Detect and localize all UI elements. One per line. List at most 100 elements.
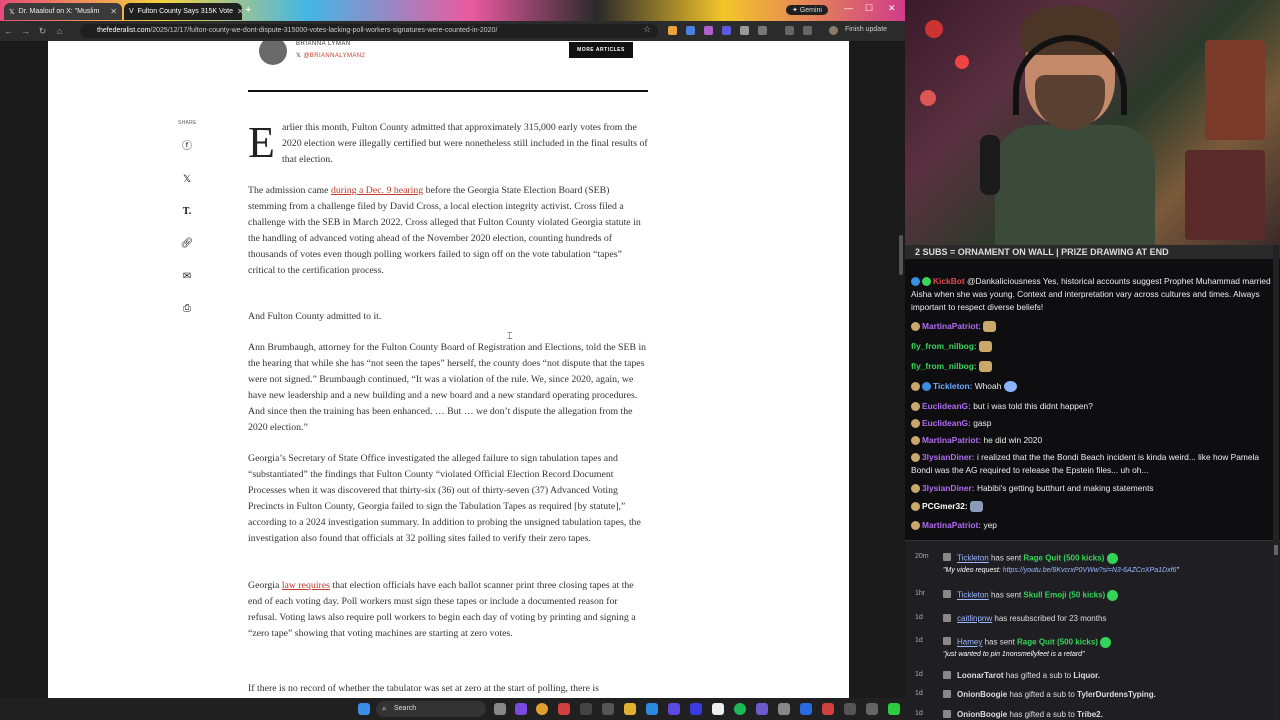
event-user[interactable]: Tickleton — [957, 554, 989, 563]
chat-username[interactable]: KickBot — [933, 276, 965, 286]
app-icon[interactable] — [580, 703, 592, 715]
kick-icon — [1107, 590, 1119, 601]
new-tab-button[interactable]: + — [245, 4, 251, 16]
sparkle-icon: ✦ — [792, 7, 800, 14]
law-requires-link[interactable]: law requires — [282, 580, 330, 591]
chat-username[interactable]: MartinaPatriot: — [922, 321, 981, 331]
close-icon[interactable]: ✕ — [237, 7, 242, 16]
link-icon[interactable]: 🔗︎ — [178, 237, 196, 251]
window-close-icon[interactable]: ✕ — [888, 3, 896, 14]
chat-username[interactable]: MartinaPatriot: — [922, 520, 981, 530]
chat-username[interactable]: 3lysianDiner: — [922, 452, 975, 462]
twitter-icon[interactable]: 𝕏 — [178, 173, 196, 187]
more-articles-button[interactable]: MORE ARTICLES — [569, 42, 633, 58]
back-icon[interactable]: ← — [0, 26, 17, 36]
task-view-icon[interactable] — [494, 703, 506, 715]
finish-update-button[interactable]: Finish update — [845, 26, 887, 33]
print-icon[interactable]: ⎙ — [178, 302, 196, 316]
author-handle[interactable]: 𝕏 @BRIANNALYMAN2 — [296, 52, 365, 59]
forward-icon[interactable]: → — [17, 26, 34, 36]
stream-overlay: 2 SUBS = ORNAMENT ON WALL | PRIZE DRAWIN… — [905, 0, 1280, 720]
scrollbar-thumb[interactable] — [899, 235, 903, 275]
minimize-icon[interactable]: — — [844, 3, 853, 13]
windows-start-icon[interactable] — [358, 703, 370, 715]
tab-twitter[interactable]: 𝕏 Dr. Maalouf on X: "Muslim ✕ — [4, 3, 122, 20]
app-icon[interactable] — [602, 703, 614, 715]
badge-icon — [911, 453, 920, 463]
chat-message: PCGmer32: — [911, 500, 1273, 513]
badge-icon — [911, 382, 920, 392]
chat-username[interactable]: MartinaPatriot: — [922, 435, 981, 445]
extension-icon[interactable] — [668, 26, 677, 35]
video-link[interactable]: https://youtu.be/8KvcrxP0VWw?si=N3-6AZCn… — [1003, 567, 1177, 574]
maximize-icon[interactable]: ☐ — [865, 3, 873, 14]
download-icon[interactable] — [785, 26, 794, 35]
hearing-link[interactable]: during a Dec. 9 hearing — [331, 185, 423, 196]
folder-icon[interactable] — [624, 703, 636, 715]
close-icon[interactable]: ✕ — [110, 7, 117, 16]
email-icon[interactable]: ✉ — [178, 270, 196, 284]
event-user[interactable]: Tickleton — [957, 591, 989, 600]
chat-scrollbar[interactable] — [1273, 245, 1279, 720]
star-icon[interactable]: ☆ — [643, 24, 652, 34]
chat-username[interactable]: EuclideanG: — [922, 401, 971, 411]
truth-social-icon[interactable]: T. — [178, 205, 196, 219]
badge-icon — [911, 484, 920, 494]
event-user[interactable]: Hamey — [957, 638, 982, 647]
spotify-icon[interactable] — [734, 703, 746, 715]
extension-icon[interactable] — [686, 26, 695, 35]
home-icon[interactable]: ⌂ — [51, 26, 68, 36]
chat-username[interactable]: fly_from_nilbog: — [911, 361, 977, 371]
page-scrollbar[interactable] — [897, 41, 905, 720]
chat-username[interactable]: 3lysianDiner: — [922, 483, 975, 493]
app-icon[interactable] — [712, 703, 724, 715]
app-icon[interactable] — [756, 703, 768, 715]
sidebar-icon[interactable] — [803, 26, 812, 35]
app-icon[interactable] — [844, 703, 856, 715]
chat-message: 3lysianDiner: i realized that the the Bo… — [911, 451, 1273, 477]
app-icon[interactable] — [690, 703, 702, 715]
scrollbar-thumb[interactable] — [1274, 545, 1278, 555]
facebook-icon[interactable]: ⓕ — [178, 140, 196, 154]
profile-avatar[interactable] — [829, 26, 838, 35]
article: BRIANNA LYMAN 𝕏 @BRIANNALYMAN2 MORE ARTI… — [48, 41, 849, 720]
chat-username[interactable]: Tickleton: — [933, 381, 972, 391]
event-user[interactable]: OnionBoogie — [957, 710, 1007, 719]
chat-username[interactable]: fly_from_nilbog: — [911, 341, 977, 351]
chrome-icon[interactable] — [536, 703, 548, 715]
extension-icon[interactable] — [722, 26, 731, 35]
app-icon[interactable] — [778, 703, 790, 715]
extension-icon[interactable] — [704, 26, 713, 35]
extension-icon[interactable] — [740, 26, 749, 35]
app-icon[interactable] — [558, 703, 570, 715]
app-icon[interactable] — [668, 703, 680, 715]
author-avatar[interactable] — [259, 41, 287, 65]
chat-username[interactable]: PCGmer32: — [922, 501, 968, 511]
emote-icon — [983, 321, 997, 333]
reload-icon[interactable]: ↻ — [34, 26, 51, 37]
gift-icon — [943, 553, 951, 561]
url-field[interactable]: thefederalist.com/2025/12/17/fulton-coun… — [80, 24, 658, 38]
chat-text: Habibi's getting butthurt and making sta… — [976, 483, 1154, 493]
puzzle-icon[interactable] — [758, 26, 767, 35]
url-path: /2025/12/17/fulton-county-we-dont-disput… — [150, 27, 498, 34]
app-icon[interactable] — [822, 703, 834, 715]
event-user[interactable]: LoonarTarot — [957, 671, 1004, 680]
app-icon[interactable] — [888, 703, 900, 715]
event-time: 20m — [915, 553, 929, 560]
app-icon[interactable] — [646, 703, 658, 715]
tab-federalist[interactable]: V Fulton County Says 315K Vote ✕ — [124, 3, 242, 20]
app-icon[interactable] — [866, 703, 878, 715]
event-text: has sent — [982, 637, 1018, 647]
app-icon[interactable] — [515, 703, 527, 715]
chat-username[interactable]: EuclideanG: — [922, 418, 971, 428]
taskbar-search[interactable]: ⌕ Search — [376, 701, 486, 717]
event-user[interactable]: caitlinpnw — [957, 614, 992, 623]
url-host: thefederalist.com — [97, 27, 151, 34]
author-name[interactable]: BRIANNA LYMAN — [296, 41, 351, 47]
gemini-button[interactable]: ✦ Gemini — [786, 5, 828, 15]
app-icon[interactable] — [800, 703, 812, 715]
chat-panel: KickBot @Dankaliciousness Yes, historica… — [905, 259, 1280, 540]
event-user[interactable]: OnionBoogie — [957, 690, 1007, 699]
tab-label: Fulton County Says 315K Vote — [137, 8, 234, 15]
